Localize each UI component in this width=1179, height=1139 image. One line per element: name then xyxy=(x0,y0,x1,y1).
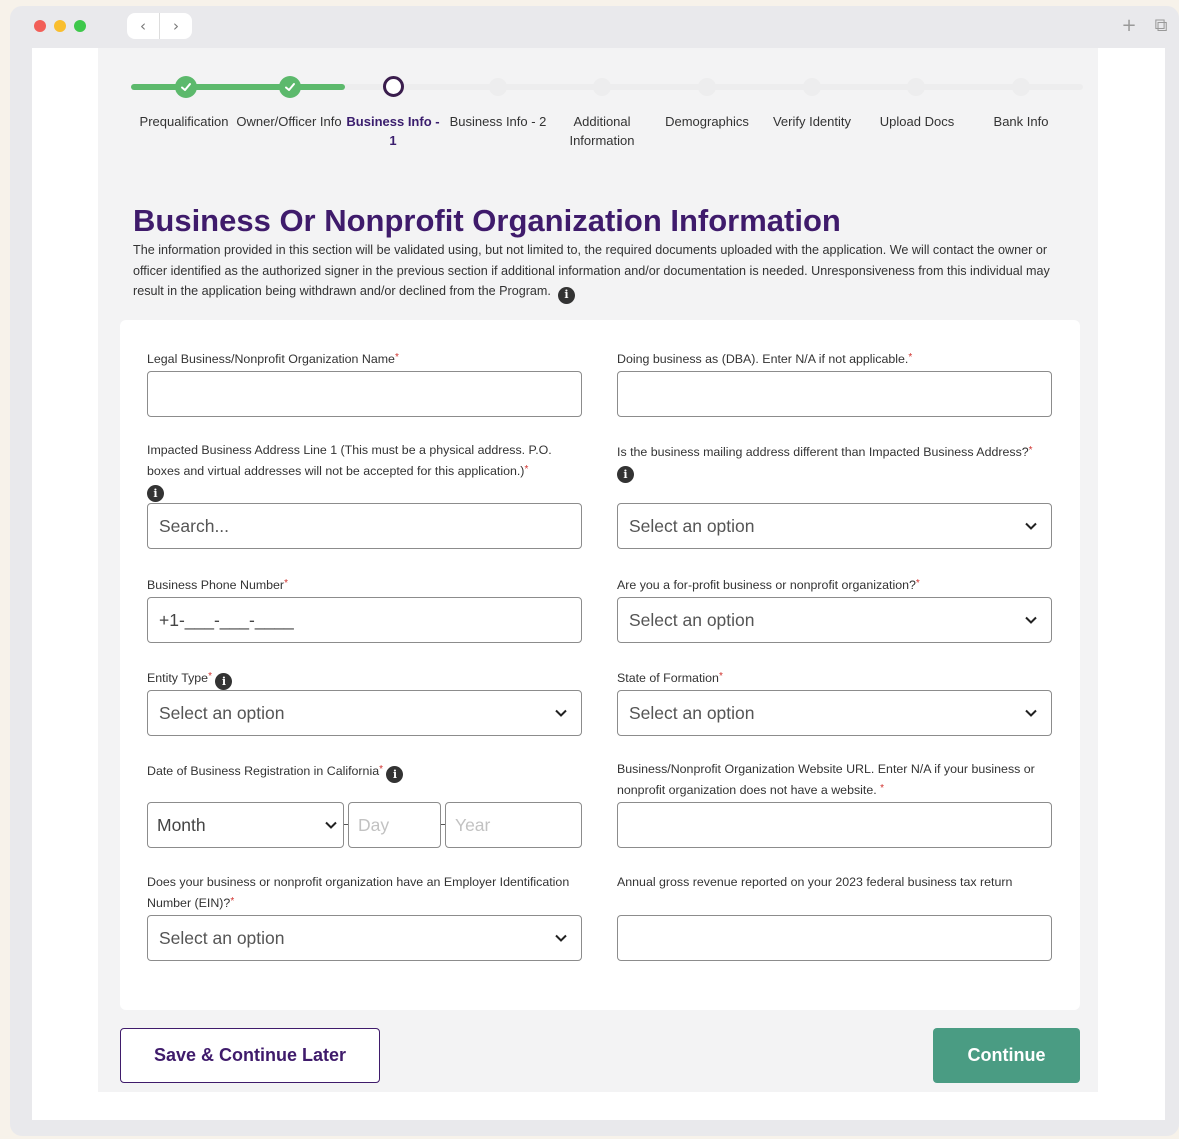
step-label-business-info-2: Business Info - 2 xyxy=(449,114,547,129)
step-label-owner-officer: Owner/Officer Info xyxy=(236,114,342,129)
step-node-prequalification[interactable] xyxy=(175,76,197,98)
legal-name-field: Legal Business/Nonprofit Organization Na… xyxy=(147,348,582,446)
minimize-window-button[interactable] xyxy=(54,20,66,32)
step-label-demographics: Demographics xyxy=(665,114,749,129)
dba-field: Doing business as (DBA). Enter N/A if no… xyxy=(617,348,1052,446)
chevron-down-icon xyxy=(1025,709,1037,717)
progress-stepper: Prequalification Owner/Officer Info Busi… xyxy=(98,68,1098,178)
dba-input[interactable] xyxy=(617,371,1052,417)
phone-label: Business Phone Number* xyxy=(147,578,288,592)
step-label-additional-information: Additional Information xyxy=(569,114,635,148)
back-arrow-icon[interactable]: ‹ xyxy=(127,13,160,39)
history-nav: ‹ › xyxy=(127,13,192,39)
registration-date-inputs: Month Day Year xyxy=(147,802,582,848)
state-formation-label: State of Formation* xyxy=(617,671,723,685)
ein-label: Does your business or nonprofit organiza… xyxy=(147,875,570,910)
zoom-window-button[interactable] xyxy=(74,20,86,32)
step-node-additional-information xyxy=(593,78,611,96)
continue-button[interactable]: Continue xyxy=(933,1028,1080,1083)
phone-field: Business Phone Number* +1-___-___-____ xyxy=(147,574,582,644)
chevron-down-icon xyxy=(1025,522,1037,530)
web-viewport: Prequalification Owner/Officer Info Busi… xyxy=(32,48,1165,1120)
info-icon[interactable]: i xyxy=(215,673,233,690)
website-field: Business/Nonprofit Organization Website … xyxy=(617,760,1052,875)
website-input[interactable] xyxy=(617,802,1052,848)
step-node-verify-identity xyxy=(803,78,821,96)
mailing-address-label: Is the business mailing address differen… xyxy=(617,445,1033,483)
info-icon[interactable]: i xyxy=(557,286,575,304)
registration-date-field: Date of Business Registration in Califor… xyxy=(147,760,582,875)
description-text: The information provided in this section… xyxy=(133,243,1050,298)
entity-type-label: Entity Type* i xyxy=(147,667,582,690)
save-continue-later-button[interactable]: Save & Continue Later xyxy=(120,1028,380,1083)
address-field: Impacted Business Address Line 1 (This m… xyxy=(147,441,582,551)
day-input[interactable]: Day xyxy=(348,802,441,848)
form-card: Legal Business/Nonprofit Organization Na… xyxy=(120,320,1080,1010)
page-title: Business Or Nonprofit Organization Infor… xyxy=(133,203,841,238)
step-label-prequalification: Prequalification xyxy=(139,114,229,129)
step-label-upload-docs: Upload Docs xyxy=(879,114,955,129)
for-profit-field: Are you a for-profit business or nonprof… xyxy=(617,574,1052,644)
browser-window: ‹ › + ⧉ Prequalification Owner/Officer I… xyxy=(10,6,1179,1136)
close-window-button[interactable] xyxy=(34,20,46,32)
ein-field: Does your business or nonprofit organiza… xyxy=(147,873,582,978)
ein-select[interactable]: Select an option xyxy=(147,915,582,961)
revenue-label: Annual gross revenue reported on your 20… xyxy=(617,875,1013,889)
browser-toolbar: ‹ › + ⧉ xyxy=(10,6,1179,48)
step-node-owner-officer[interactable] xyxy=(279,76,301,98)
state-formation-select[interactable]: Select an option xyxy=(617,690,1052,736)
window-actions: + ⧉ xyxy=(1121,15,1169,36)
for-profit-label: Are you a for-profit business or nonprof… xyxy=(617,578,920,592)
chevron-down-icon xyxy=(555,934,567,942)
info-icon[interactable]: i xyxy=(386,766,404,783)
stepper-progress-fill xyxy=(131,84,345,90)
revenue-input[interactable] xyxy=(617,915,1052,961)
step-node-bank-info xyxy=(1012,78,1030,96)
info-icon[interactable]: i xyxy=(147,485,164,502)
address-search-input[interactable]: Search... xyxy=(147,503,582,549)
entity-type-field: Entity Type* i Select an option xyxy=(147,667,582,737)
forward-arrow-icon[interactable]: › xyxy=(160,13,192,39)
state-formation-field: State of Formation* Select an option xyxy=(617,667,1052,737)
mailing-address-field: Is the business mailing address differen… xyxy=(617,441,1052,551)
website-label: Business/Nonprofit Organization Website … xyxy=(617,762,1035,797)
chevron-down-icon xyxy=(1025,616,1037,624)
new-tab-icon[interactable]: + xyxy=(1121,15,1137,36)
info-icon[interactable]: i xyxy=(617,466,634,483)
step-node-business-info-2 xyxy=(489,78,507,96)
dba-label: Doing business as (DBA). Enter N/A if no… xyxy=(617,352,913,366)
year-input[interactable]: Year xyxy=(445,802,582,848)
page-description: The information provided in this section… xyxy=(133,240,1073,304)
step-node-demographics xyxy=(698,78,716,96)
chevron-down-icon xyxy=(555,709,567,717)
step-label-bank-info: Bank Info xyxy=(993,114,1049,129)
step-node-upload-docs xyxy=(907,78,925,96)
check-icon xyxy=(181,83,191,91)
tabs-overview-icon[interactable]: ⧉ xyxy=(1153,15,1169,36)
step-label-business-info-1: Business Info - 1 xyxy=(346,114,440,148)
address-label: Impacted Business Address Line 1 (This m… xyxy=(147,443,552,502)
revenue-field: Annual gross revenue reported on your 20… xyxy=(617,873,1052,978)
registration-date-label: Date of Business Registration in Califor… xyxy=(147,760,582,783)
step-node-business-info-1[interactable] xyxy=(383,76,404,97)
month-select[interactable]: Month xyxy=(147,802,344,848)
check-icon xyxy=(285,83,295,91)
legal-name-input[interactable] xyxy=(147,371,582,417)
for-profit-select[interactable]: Select an option xyxy=(617,597,1052,643)
phone-input[interactable]: +1-___-___-____ xyxy=(147,597,582,643)
chevron-down-icon xyxy=(325,821,337,829)
entity-type-select[interactable]: Select an option xyxy=(147,690,582,736)
step-label-verify-identity: Verify Identity xyxy=(772,114,852,129)
legal-name-label: Legal Business/Nonprofit Organization Na… xyxy=(147,352,399,366)
application-page: Prequalification Owner/Officer Info Busi… xyxy=(98,48,1098,1092)
mailing-address-select[interactable]: Select an option xyxy=(617,503,1052,549)
